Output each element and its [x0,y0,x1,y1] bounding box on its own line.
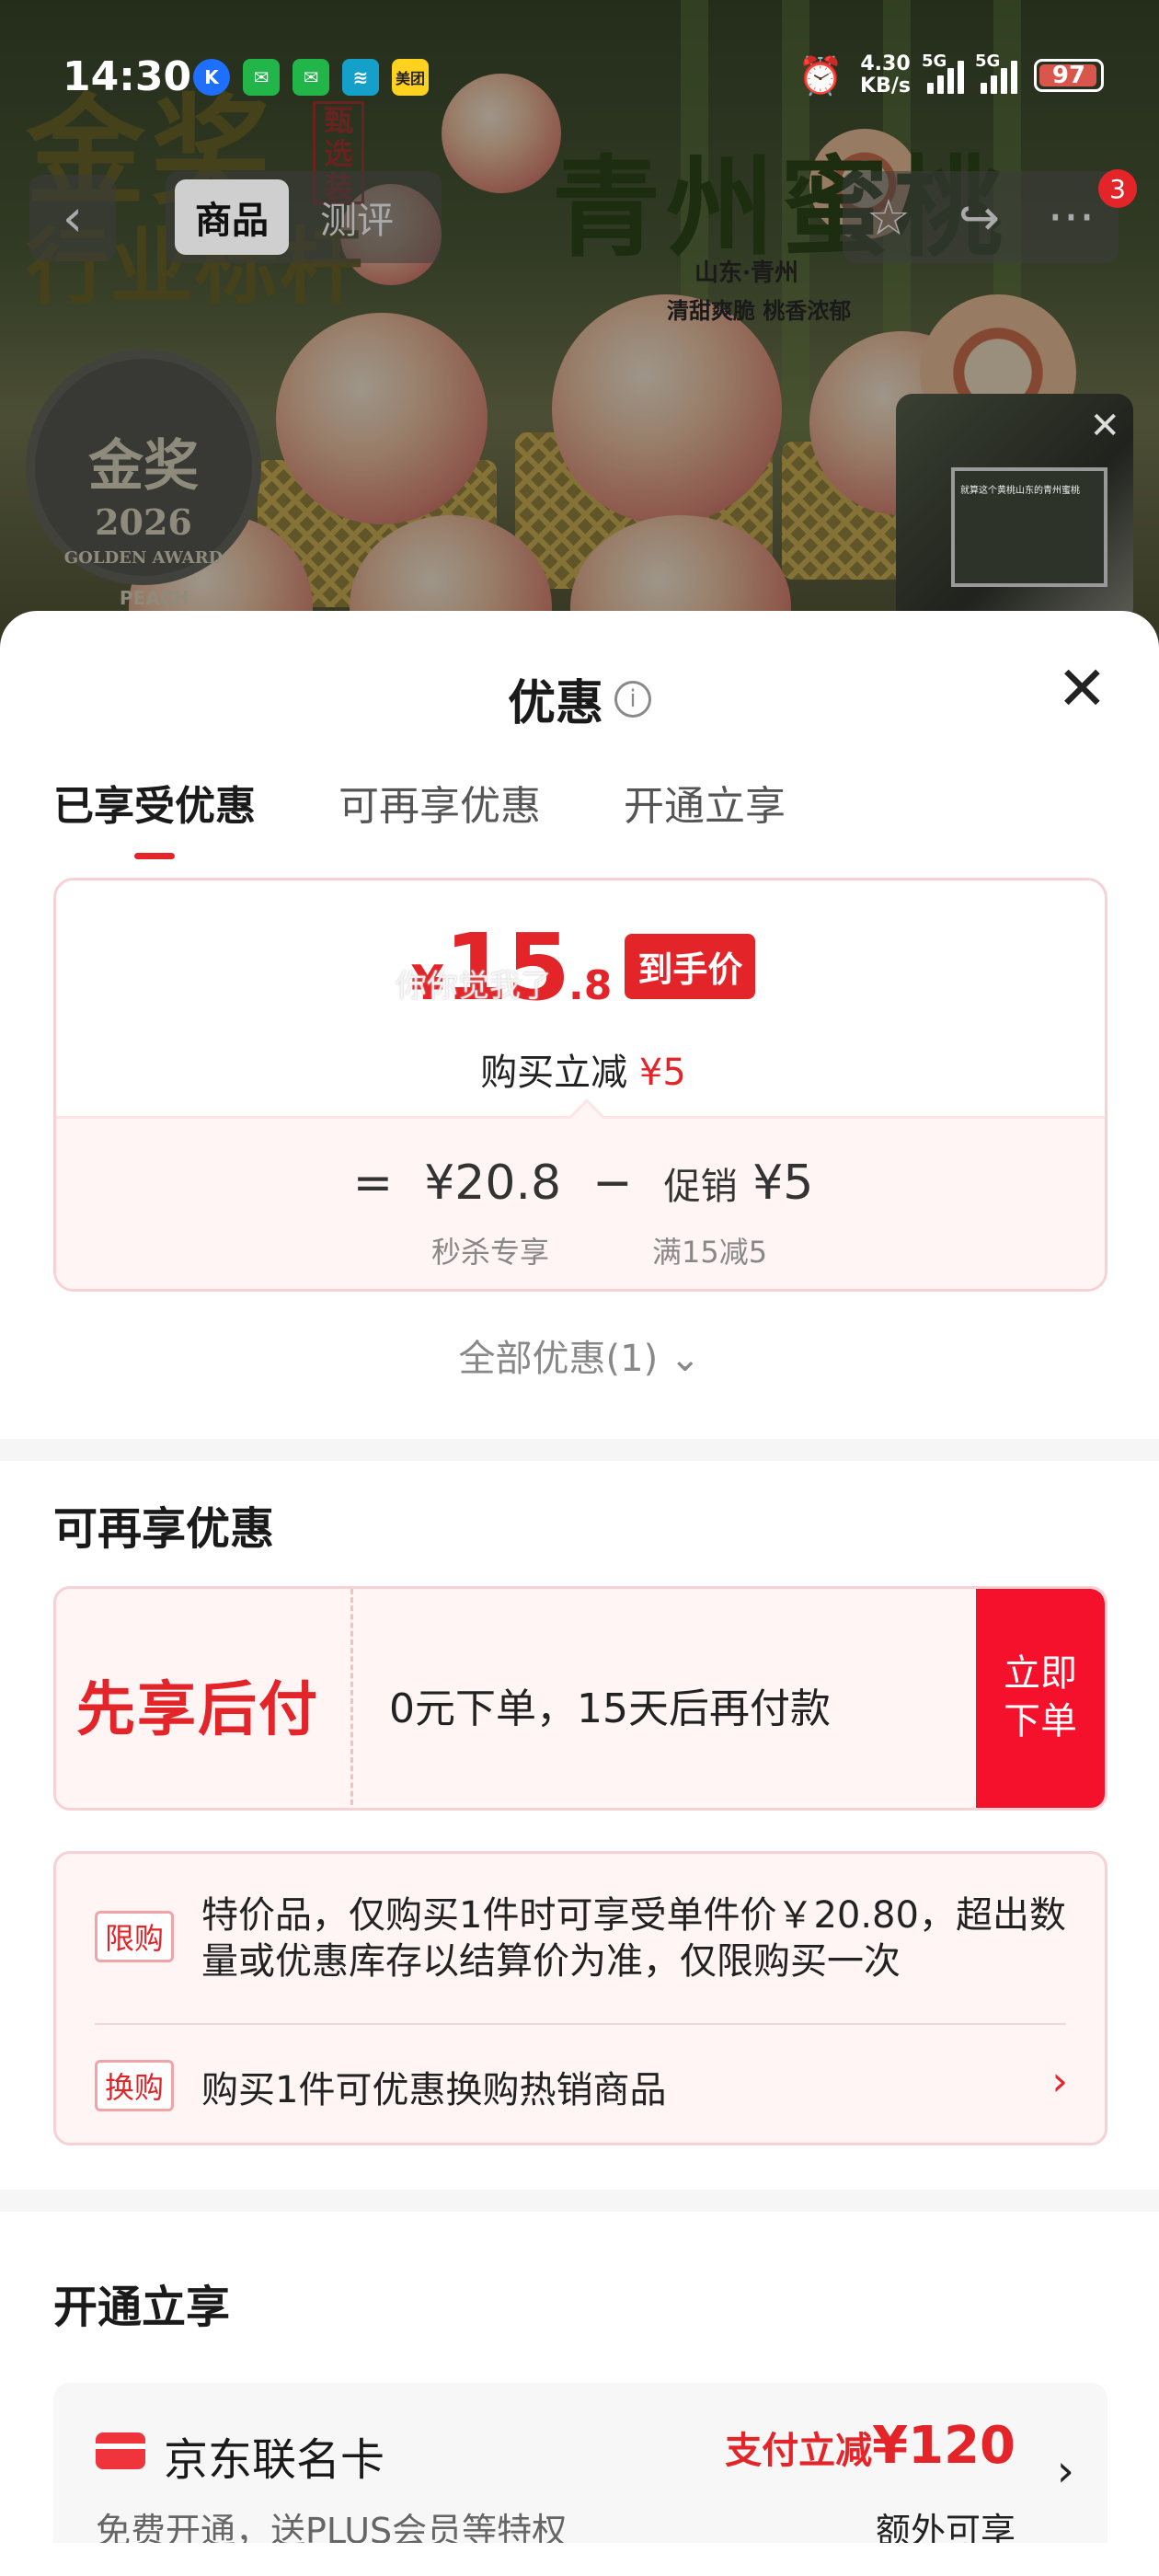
promo-amount: ¥5 [752,1156,814,1211]
original-price-note: 秒杀专享 [431,1235,550,1270]
floating-video[interactable]: 就算这个黄桃山东的青州蜜桃 ✕ [896,394,1133,624]
watermark: 你你觉我了 [396,968,552,1005]
section-title-instant: 开通立享 [53,2282,231,2333]
meituan-icon: 美团 [392,59,429,96]
section-title-more-deals: 可再享优惠 [53,1503,275,1555]
buy-now-pay-later-card: 先享后付 0元下单，15天后再付款 立即 下单 [53,1586,1107,1811]
favorite-star-icon[interactable]: ☆ [866,189,911,247]
video-caption: 就算这个黄桃山东的青州蜜桃 [960,486,1080,496]
chevron-right-icon[interactable]: › [1051,2058,1068,2105]
chevron-down-icon: ⌄ [669,1338,701,1380]
more-icon[interactable]: ··· [1048,189,1096,247]
final-price-tag: 到手价 [625,934,756,999]
purchase-limits-card: 限购 特价品，仅购买1件时可享受单件价￥20.80，超出数量或优惠库存以结算价为… [53,1851,1107,2145]
tab-activate-deals[interactable]: 开通立享 [624,773,786,832]
battery-icon: 97 [1034,59,1104,92]
tab-more-deals[interactable]: 可再享优惠 [339,773,541,832]
tab-enjoyed-deals[interactable]: 已享受优惠 [53,773,256,859]
bnpl-name: 先享后付 [76,1676,319,1744]
price-card: ¥15.8 到手价 购买立减 ¥5 = ¥20.8− 促销 ¥5 秒杀专享 满15减5 [53,878,1107,1292]
message-count-badge: 3 [1098,169,1137,208]
card-promo: 支付立减¥120 [725,2416,1016,2476]
wifi-app-icon: ≋ [342,59,379,96]
credit-card-icon [96,2432,145,2469]
info-icon[interactable]: i [614,680,651,718]
back-button[interactable]: ‹ [29,175,116,261]
sheet-tabs: 已享受优惠 可再享优惠 开通立享 [53,773,786,859]
signal-icon-2: 5G [975,52,1017,94]
limit-tag: 限购 [95,1911,175,1962]
order-now-button[interactable]: 立即 下单 [976,1589,1105,1808]
promo-label: 促销 [663,1166,738,1208]
discount-desc: 购买立减 ¥5 [480,1052,686,1094]
wechat-icon-2: ✉ [293,59,329,96]
card-name: 京东联名卡 [164,2434,385,2486]
price-formula: = ¥20.8− 促销 ¥5 秒杀专享 满15减5 [56,1098,1105,1289]
share-icon[interactable]: ↪ [958,189,1000,247]
tab-review[interactable]: 测评 [300,179,414,255]
final-price: ¥15.8 到手价 [56,914,1105,1021]
tab-product[interactable]: 商品 [175,179,289,255]
bnpl-desc: 0元下单，15天后再付款 [389,1685,831,1732]
status-bar: 14:30 K ✉ ✉ ≋ 美团 ⏰ 4.30 KB/s 5G 5G 97 [0,0,1159,156]
video-close-icon[interactable]: ✕ [1089,405,1120,447]
sheet-title: 优惠 i [0,664,1159,733]
swap-text[interactable]: 购买1件可优惠换购热销商品 [201,2060,666,2113]
discount-sheet: 优惠 i ✕ 已享受优惠 可再享优惠 开通立享 ¥15.8 到手价 购买立减 ¥5 … [0,611,1159,2576]
app-k-icon: K [193,59,230,96]
alarm-icon: ⏰ [798,54,844,98]
net-speed: 4.30 KB/s [860,52,911,98]
chevron-right-icon[interactable]: › [1057,2445,1074,2497]
swap-tag: 换购 [95,2060,175,2111]
product-tabs: 商品 测评 [166,171,442,263]
all-deals-link[interactable]: 全部优惠(1) ⌄ [0,1328,1159,1382]
wechat-icon: ✉ [243,59,280,96]
close-button[interactable]: ✕ [1057,659,1107,719]
original-price: ¥20.8 [424,1156,562,1211]
top-actions: ☆ ↪ ··· [843,171,1119,263]
promo-note: 满15减5 [652,1235,768,1270]
status-time: 14:30 [63,53,192,100]
limit-text: 特价品，仅购买1件时可享受单件价￥20.80，超出数量或优惠库存以结算价为准，仅… [201,1894,1066,1983]
signal-icon: 5G [922,52,964,94]
